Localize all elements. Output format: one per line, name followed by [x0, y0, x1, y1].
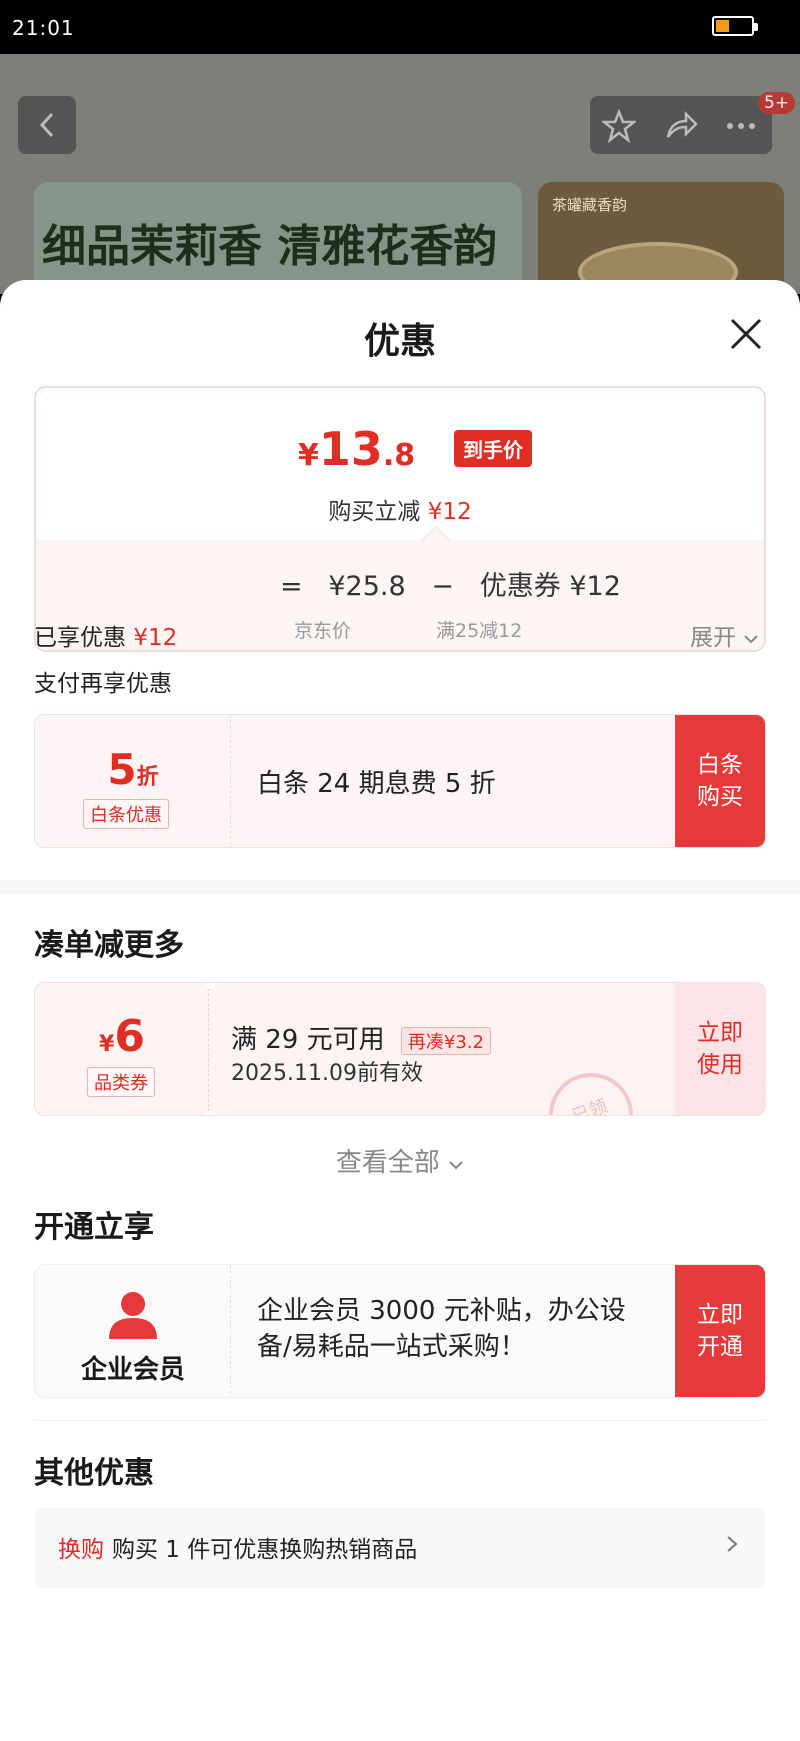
section-divider — [0, 880, 800, 894]
product-thumbnail[interactable]: 茶罐藏香韵 — [538, 182, 784, 294]
coupon-validity: 2025.11.09前有效 — [231, 1061, 423, 1086]
coupon-value: ¥6 — [99, 1011, 145, 1062]
view-all-link[interactable]: 查看全部 — [0, 1142, 800, 1179]
enterprise-member-card[interactable]: 企业会员 企业会员 3000 元补贴，办公设备/易耗品一站式采购！ 立即 开通 — [34, 1264, 766, 1398]
battery-icon — [712, 16, 758, 36]
discount-sheet: 优惠 ¥13.8 到手价 购买立减 ¥12 = ¥25.8 − 优惠券 ¥12 … — [0, 280, 800, 1741]
chevron-right-icon — [727, 1536, 738, 1552]
divider — [34, 1420, 766, 1421]
base-price-label: 京东价 — [294, 620, 352, 642]
banner-text: 细品茉莉香 清雅花香韵 — [42, 221, 498, 272]
more-icon[interactable] — [724, 109, 758, 143]
other-section-title: 其他优惠 — [34, 1456, 154, 1491]
final-price-tag: 到手价 — [454, 430, 532, 467]
open-member-button[interactable]: 立即 开通 — [675, 1265, 765, 1397]
base-price: ¥25.8 — [328, 571, 406, 602]
claimed-stamp: 已领 — [537, 1061, 645, 1115]
bundle-section-title: 凑单减更多 — [34, 928, 184, 963]
final-price: ¥13.8 — [298, 422, 416, 476]
notification-badge: 5+ — [758, 92, 796, 114]
coupon-condition: 满25减12 — [436, 620, 523, 642]
price-summary-card: ¥13.8 到手价 购买立减 ¥12 = ¥25.8 − 优惠券 ¥12 京东价… — [34, 386, 766, 652]
close-icon[interactable] — [726, 314, 766, 354]
baitiao-desc: 白条 24 期息费 5 折 — [257, 769, 496, 799]
baitiao-discount: 5折 — [107, 745, 159, 794]
person-icon — [109, 1292, 157, 1339]
thumb-text: 茶罐藏香韵 — [552, 196, 628, 214]
use-coupon-button[interactable]: 立即 使用 — [675, 983, 765, 1115]
enjoyed-discount: 已享优惠 ¥12 — [34, 625, 178, 651]
instant-reduce-line: 购买立减 ¥12 — [328, 499, 472, 525]
chevron-down-icon — [744, 635, 759, 644]
expand-toggle[interactable]: 展开 — [690, 618, 759, 652]
coupon-type-chip: 品类券 — [87, 1067, 155, 1097]
header-actions — [590, 96, 772, 154]
open-section-title: 开通立享 — [34, 1210, 154, 1245]
coupon-amount: 优惠券 ¥12 — [479, 571, 621, 602]
member-label: 企业会员 — [80, 1355, 185, 1385]
baitiao-offer-card[interactable]: 5折 白条优惠 白条 24 期息费 5 折 白条 购买 — [34, 714, 766, 848]
trade-in-row[interactable]: 换购 购买 1 件可优惠换购热销商品 — [34, 1508, 766, 1588]
coupon-card[interactable]: ¥6 品类券 满 29 元可用 再凑¥3.2 2025.11.09前有效 已领 … — [34, 982, 766, 1116]
background-page-overlay: 5+ 细品茉莉香 清雅花香韵 茶罐藏香韵 — [0, 54, 800, 294]
trade-in-tag: 换购 — [58, 1537, 104, 1563]
back-button[interactable] — [18, 96, 76, 154]
share-icon[interactable] — [664, 109, 698, 143]
add-more-tag: 再凑¥3.2 — [400, 1026, 491, 1055]
coupon-condition-text: 满 29 元可用 再凑¥3.2 — [231, 1019, 491, 1056]
star-icon[interactable] — [602, 109, 636, 143]
sheet-title: 优惠 — [363, 321, 436, 362]
chevron-down-icon — [449, 1161, 463, 1170]
product-banner: 细品茉莉香 清雅花香韵 — [34, 182, 522, 294]
status-time: 21:01 — [12, 16, 75, 40]
baitiao-buy-button[interactable]: 白条 购买 — [675, 715, 765, 847]
price-formula: = ¥25.8 − 优惠券 ¥12 — [280, 571, 621, 602]
member-desc: 企业会员 3000 元补贴，办公设备/易耗品一站式采购！ — [257, 1296, 626, 1362]
chevron-left-icon — [39, 112, 54, 138]
trade-in-text: 购买 1 件可优惠换购热销商品 — [112, 1537, 418, 1563]
pay-section-title: 支付再享优惠 — [34, 671, 172, 697]
status-bar: 21:01 — [0, 0, 800, 54]
baitiao-chip: 白条优惠 — [83, 799, 169, 829]
